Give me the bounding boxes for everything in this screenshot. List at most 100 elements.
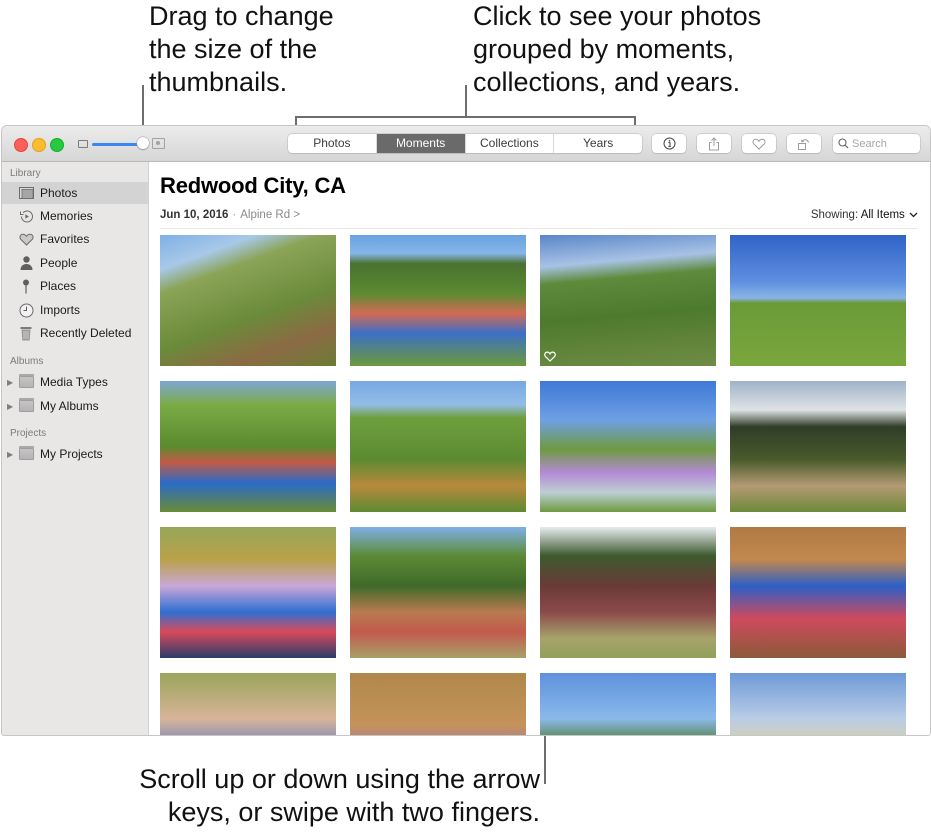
favorite-button[interactable] (742, 134, 776, 153)
tab-collections[interactable]: Collections (466, 134, 555, 153)
chevron-down-icon (909, 212, 918, 218)
callout-line: collections, and years. (473, 67, 741, 97)
sidebar-item-recently-deleted[interactable]: Recently Deleted (2, 322, 148, 344)
photo-thumbnail[interactable] (160, 527, 336, 658)
moment-subtitle: Jun 10, 2016 · Alpine Rd > (160, 209, 300, 221)
view-tabs: Photos Moments Collections Years (288, 134, 642, 153)
photo-thumbnail[interactable] (730, 381, 906, 512)
small-thumbnail-icon (78, 140, 88, 148)
sidebar-item-label: Photos (40, 186, 78, 200)
showing-filter[interactable]: Showing: All Items (811, 209, 918, 221)
page-title: Redwood City, CA (160, 173, 346, 198)
photos-window: Photos Moments Collections Years Search … (1, 125, 931, 736)
moment-place-link[interactable]: Alpine Rd > (240, 209, 300, 221)
toolbar: Photos Moments Collections Years (2, 126, 930, 162)
callout-line: keys, or swipe with two fingers. (167, 797, 540, 827)
callout-leader-views (465, 85, 467, 117)
showing-value: All Items (860, 209, 905, 221)
sidebar-item-favorites[interactable]: Favorites (2, 228, 148, 250)
callout-line: the size of the (149, 34, 318, 64)
disclosure-triangle-icon[interactable]: ▶ (7, 450, 16, 459)
chevron-right-icon: > (293, 209, 301, 221)
share-button[interactable] (697, 134, 731, 153)
photo-thumbnail[interactable] (540, 673, 716, 735)
photo-thumbnail[interactable] (350, 527, 526, 658)
sidebar-item-memories[interactable]: Memories (2, 205, 148, 227)
sidebar-item-imports[interactable]: Imports (2, 299, 148, 321)
memories-icon (18, 208, 34, 224)
sidebar-item-label: Media Types (40, 375, 108, 389)
photo-thumbnail[interactable] (540, 527, 716, 658)
trash-icon (18, 325, 34, 341)
disclosure-triangle-icon[interactable]: ▶ (7, 402, 16, 411)
sidebar-item-label: Memories (40, 209, 93, 223)
callout-views: Click to see your photos grouped by mome… (473, 0, 761, 99)
photo-thumbnail[interactable] (730, 235, 906, 366)
tab-photos[interactable]: Photos (288, 134, 377, 153)
photo-thumbnail[interactable] (350, 381, 526, 512)
tab-years[interactable]: Years (554, 134, 642, 153)
sidebar-item-media-types[interactable]: ▶ Media Types (2, 371, 148, 393)
sidebar-item-label: People (40, 256, 78, 270)
sidebar-item-label: Favorites (40, 232, 90, 246)
divider (160, 228, 918, 229)
large-thumbnail-icon (152, 138, 165, 149)
pin-icon (18, 278, 34, 294)
photo-thumbnail[interactable] (350, 673, 526, 735)
photo-thumbnail[interactable] (160, 673, 336, 735)
close-button[interactable] (14, 138, 28, 152)
zoom-button[interactable] (50, 138, 64, 152)
photo-thumbnail[interactable] (730, 527, 906, 658)
search-field[interactable] (833, 134, 920, 153)
photo-thumbnail[interactable] (350, 235, 526, 366)
search-icon (838, 138, 849, 149)
sidebar-item-label: My Projects (40, 447, 103, 461)
rotate-icon (798, 138, 809, 150)
moment-date: Jun 10, 2016 (160, 209, 229, 221)
projects-heading: Projects (10, 428, 47, 439)
sidebar-item-label: Imports (40, 303, 81, 317)
clock-icon (18, 302, 34, 318)
rotate-button[interactable] (787, 134, 821, 153)
photo-thumbnail[interactable] (730, 673, 906, 735)
slider-knob[interactable] (137, 137, 149, 149)
library-heading: Library (10, 168, 41, 179)
tab-moments[interactable]: Moments (376, 134, 466, 153)
callout-slider: Drag to change the size of the thumbnail… (149, 0, 334, 99)
folder-icon (19, 446, 34, 460)
minimize-button[interactable] (32, 138, 46, 152)
heart-icon (752, 138, 766, 150)
favorite-heart-icon (544, 351, 556, 362)
folder-icon (19, 374, 34, 388)
heart-icon (18, 231, 34, 247)
sidebar-item-places[interactable]: Places (2, 275, 148, 297)
sidebar: Library Photos Memories Favorites People (2, 162, 149, 735)
photos-icon (18, 185, 34, 201)
sidebar-item-people[interactable]: People (2, 252, 148, 274)
sidebar-item-label: Places (40, 279, 77, 293)
thumbnail-size-slider[interactable] (92, 143, 142, 146)
photos-content[interactable]: Redwood City, CA Jun 10, 2016 · Alpine Rd … (149, 162, 930, 735)
sidebar-item-label: Recently Deleted (40, 326, 132, 340)
callout-line: Drag to change (149, 1, 334, 31)
callout-line: Click to see your photos (473, 1, 762, 31)
disclosure-triangle-icon[interactable]: ▶ (7, 378, 16, 387)
albums-heading: Albums (10, 356, 44, 367)
share-icon (709, 136, 719, 150)
info-icon (663, 137, 675, 150)
callout-line: thumbnails. (149, 67, 288, 97)
sidebar-item-my-projects[interactable]: ▶ My Projects (2, 443, 148, 465)
search-input[interactable] (852, 134, 916, 153)
folder-icon (19, 398, 34, 412)
separator-dot: · (232, 209, 237, 221)
photo-thumbnail[interactable] (540, 235, 716, 366)
callout-line: grouped by moments, (473, 34, 735, 64)
sidebar-item-my-albums[interactable]: ▶ My Albums (2, 395, 148, 417)
showing-label: Showing: (810, 209, 859, 221)
photo-thumbnail[interactable] (540, 381, 716, 512)
photo-thumbnail[interactable] (160, 235, 336, 366)
callout-bracket-views (295, 116, 636, 118)
info-button[interactable] (652, 134, 686, 153)
sidebar-item-photos[interactable]: Photos (2, 182, 148, 204)
photo-thumbnail[interactable] (160, 381, 336, 512)
